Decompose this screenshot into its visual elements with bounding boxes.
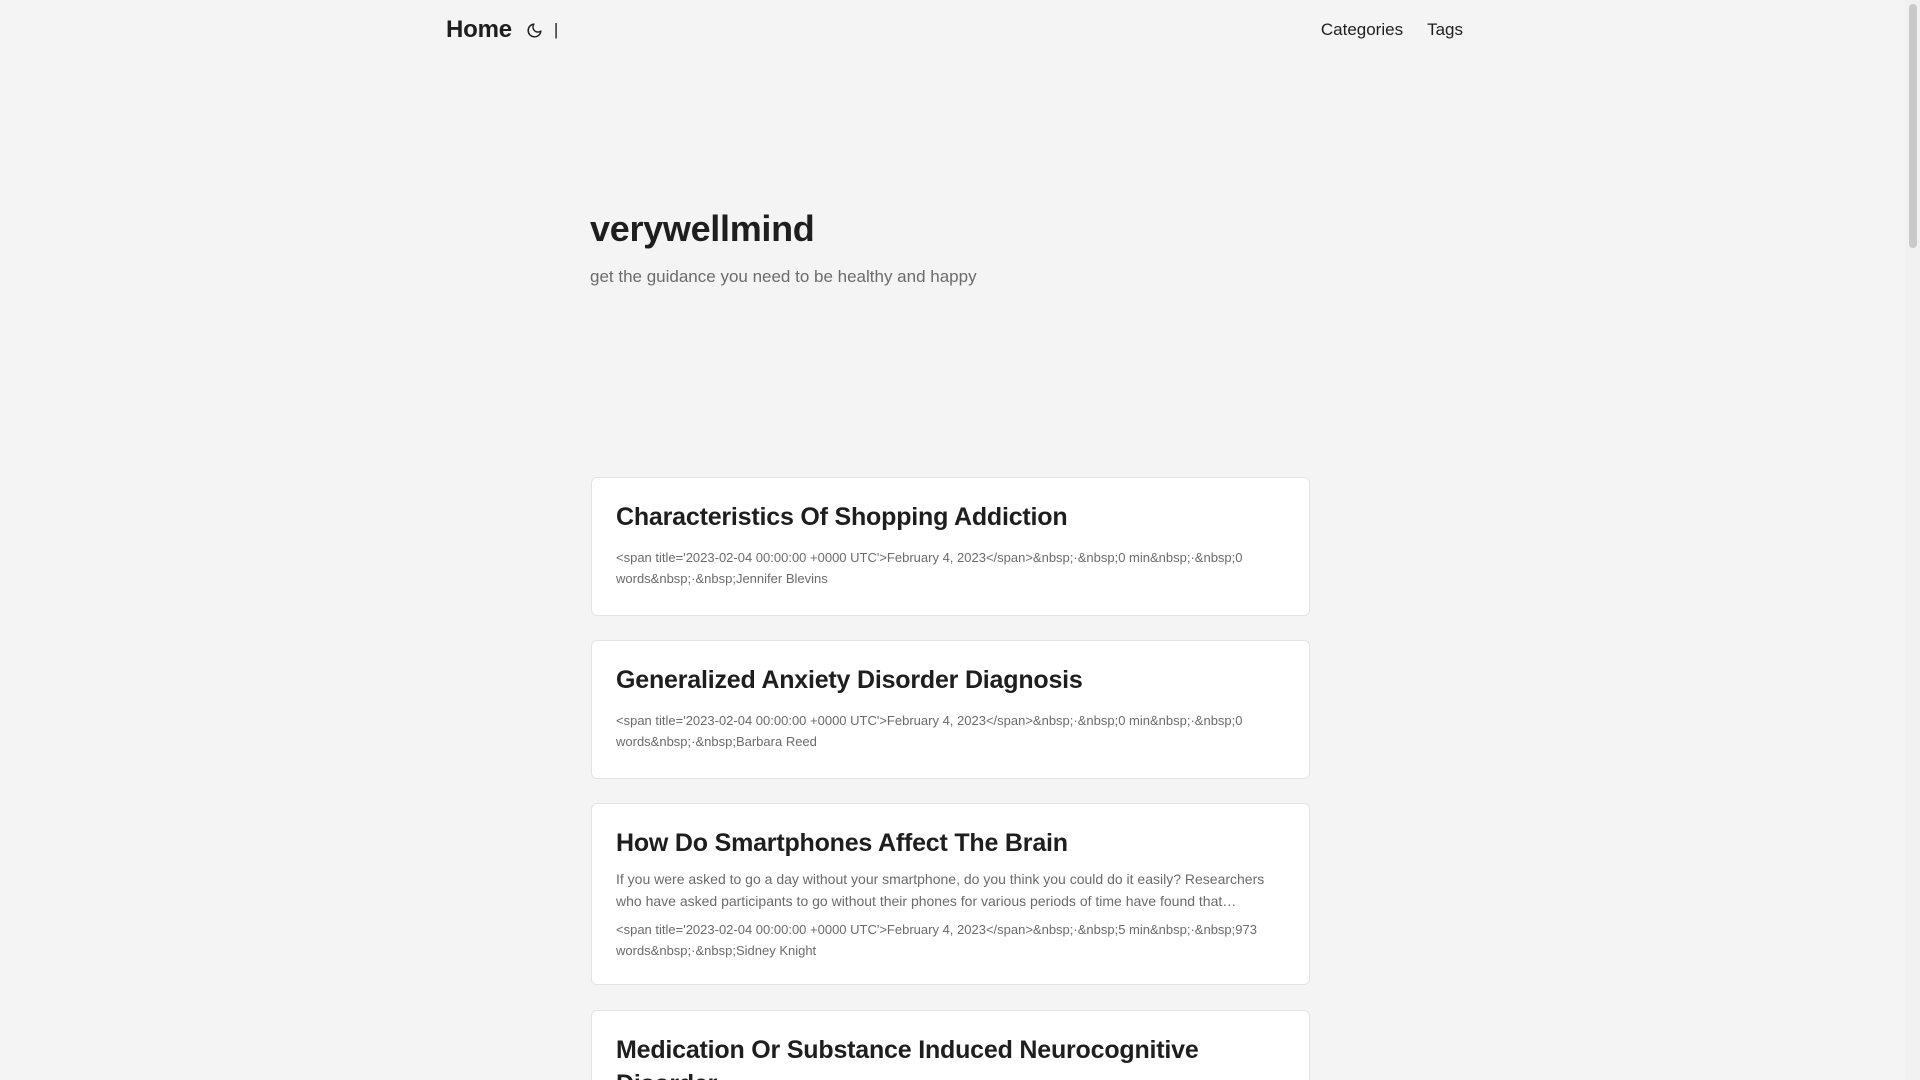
main-nav: Categories Tags: [1321, 20, 1463, 40]
header-separator: |: [553, 20, 559, 39]
post-title[interactable]: Medication Or Substance Induced Neurocog…: [616, 1033, 1285, 1080]
brand: Home |: [446, 16, 558, 44]
post-card[interactable]: How Do Smartphones Affect The Brain If y…: [591, 803, 1310, 985]
moon-icon[interactable]: [524, 19, 546, 41]
page-scrollbar[interactable]: [1905, 0, 1920, 1080]
site-title: verywellmind: [590, 208, 815, 249]
post-title[interactable]: Generalized Anxiety Disorder Diagnosis: [616, 663, 1285, 697]
post-meta: <span title='2023-02-04 00:00:00 +0000 U…: [616, 713, 1243, 749]
post-card[interactable]: Characteristics Of Shopping Addiction <s…: [591, 477, 1310, 616]
nav-categories[interactable]: Categories: [1321, 20, 1403, 40]
site-subtitle: get the guidance you need to be healthy …: [590, 267, 977, 286]
post-card[interactable]: Medication Or Substance Induced Neurocog…: [591, 1010, 1310, 1080]
post-title[interactable]: Characteristics Of Shopping Addiction: [616, 500, 1285, 534]
post-card[interactable]: Generalized Anxiety Disorder Diagnosis <…: [591, 640, 1310, 779]
post-title[interactable]: How Do Smartphones Affect The Brain: [616, 826, 1285, 860]
site-intro: verywellmind get the guidance you need t…: [590, 205, 1310, 289]
page: Home | Categories Tags verywellmind get …: [0, 0, 1920, 1080]
post-meta: <span title='2023-02-04 00:00:00 +0000 U…: [616, 550, 1243, 586]
post-summary: If you were asked to go a day without yo…: [616, 871, 1265, 909]
nav-tags[interactable]: Tags: [1427, 20, 1463, 40]
post-meta: <span title='2023-02-04 00:00:00 +0000 U…: [616, 922, 1257, 958]
home-link[interactable]: Home: [446, 16, 512, 44]
scrollbar-thumb[interactable]: [1909, 4, 1917, 248]
site-header: Home | Categories Tags: [446, 0, 1463, 60]
